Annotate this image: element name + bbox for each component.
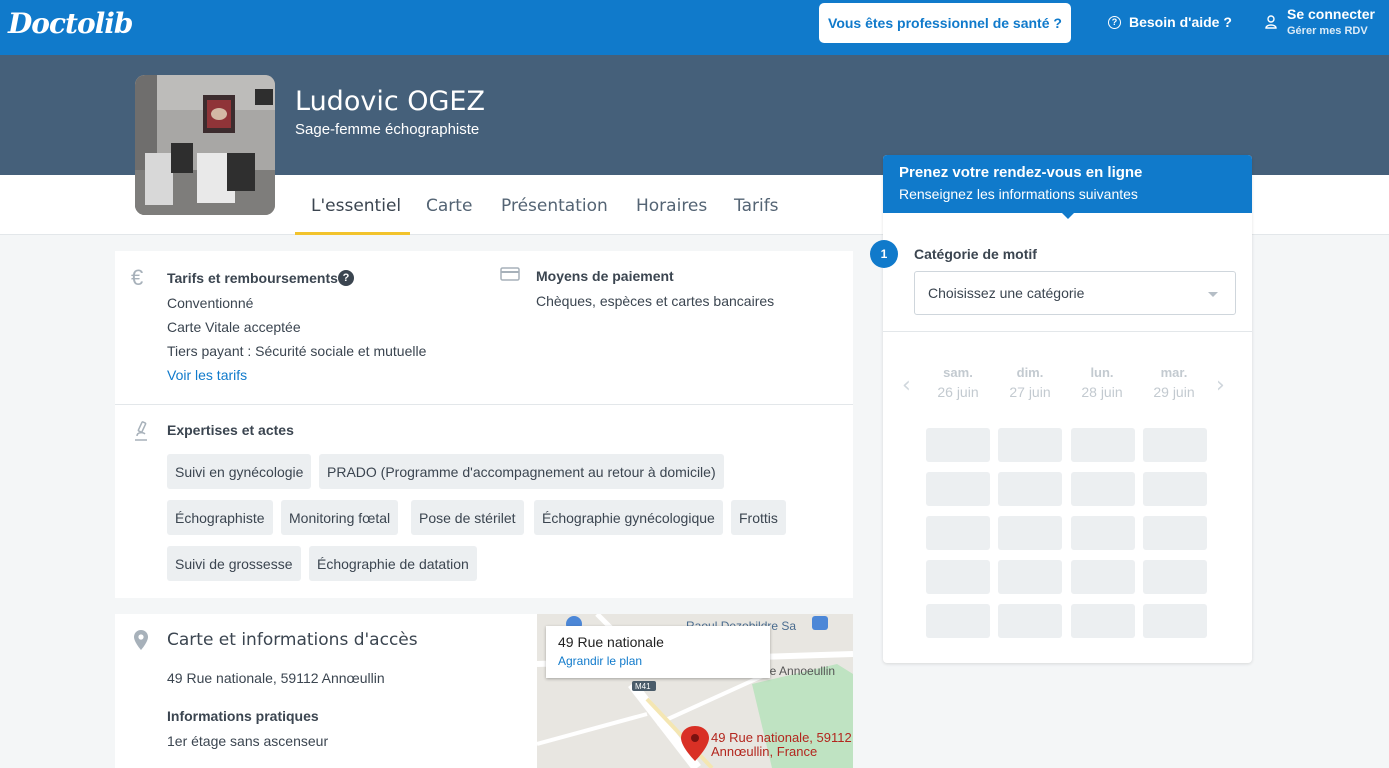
practitioner-name: Ludovic OGEZ (295, 86, 485, 117)
tarifs-line-2: Carte Vitale acceptée (167, 319, 301, 335)
map-road-label: M41 (635, 682, 651, 691)
access-title: Carte et informations d'accès (167, 630, 418, 650)
euro-icon: € (131, 265, 144, 290)
time-slot-placeholder (998, 516, 1062, 550)
time-slot-placeholder (926, 428, 990, 462)
map-marker-label-1: 49 Rue nationale, 59112 (711, 730, 852, 745)
access-address: 49 Rue nationale, 59112 Annœullin (167, 670, 385, 686)
microscope-icon (135, 421, 147, 441)
time-slot-placeholder (1071, 428, 1135, 462)
tarifs-title: Tarifs et remboursements (167, 270, 338, 286)
practitioner-specialty: Sage-femme échographiste (295, 121, 480, 138)
time-slot-placeholder (926, 516, 990, 550)
expertise-tag: Échographiste (167, 500, 273, 535)
practical-info-text: 1er étage sans ascenseur (167, 733, 329, 749)
time-slot-placeholder (1143, 560, 1207, 594)
expertise-tag: Frottis (731, 500, 786, 535)
time-slot-placeholder (998, 472, 1062, 506)
category-select[interactable]: Choisissez une catégorie (914, 271, 1236, 315)
calendar-day: sam. 26 juin (937, 365, 979, 400)
map-popup: 49 Rue nationale Agrandir le plan (546, 626, 770, 678)
tab-presentation[interactable]: Présentation (501, 196, 608, 216)
time-slot-placeholder (1143, 516, 1207, 550)
time-slot-placeholder (1143, 428, 1207, 462)
active-tab-indicator (295, 232, 410, 235)
booking-header: Prenez votre rendez-vous en ligne Rensei… (883, 155, 1252, 213)
time-slot-placeholder (1071, 472, 1135, 506)
header-pointer (1061, 212, 1075, 219)
map-street-label: le Annoeullin (767, 664, 835, 678)
tab-carte[interactable]: Carte (426, 196, 472, 216)
time-slot-placeholder (998, 428, 1062, 462)
time-slot-placeholder (926, 560, 990, 594)
step-label: Catégorie de motif (914, 246, 1037, 262)
question-circle-icon: ? (1108, 15, 1121, 29)
time-slot-placeholder (926, 472, 990, 506)
step-number-badge: 1 (870, 240, 898, 268)
calendar-day: dim. 27 juin (1009, 365, 1051, 400)
location-pin-icon (134, 630, 148, 650)
practitioner-photo (135, 75, 275, 215)
time-slot-placeholder (1071, 560, 1135, 594)
map-popup-title: 49 Rue nationale (558, 634, 664, 650)
credit-card-icon (500, 267, 520, 281)
expertise-tag: Pose de stérilet (411, 500, 524, 535)
expertise-tag: Suivi en gynécologie (167, 454, 312, 489)
manage-appointments-label: Gérer mes RDV (1287, 25, 1368, 37)
practical-info-title: Informations pratiques (167, 708, 319, 724)
time-slot-placeholder (998, 560, 1062, 594)
expertise-tag: PRADO (Programme d'accompagnement au ret… (319, 454, 724, 489)
view-tarifs-link[interactable]: Voir les tarifs (167, 367, 247, 383)
chevron-down-icon (1208, 292, 1218, 297)
help-link[interactable]: ? Besoin d'aide ? (1108, 14, 1232, 30)
expertise-tag: Suivi de grossesse (167, 546, 301, 581)
info-question-icon[interactable]: ? (338, 270, 354, 286)
tab-horaires[interactable]: Horaires (636, 196, 707, 216)
tarifs-line-1: Conventionné (167, 295, 254, 311)
enlarge-map-link[interactable]: Agrandir le plan (558, 654, 642, 668)
time-slot-placeholder (1143, 604, 1207, 638)
chevron-right-icon[interactable]: › (1216, 373, 1225, 398)
expertises-title: Expertises et actes (167, 422, 294, 438)
time-slot-placeholder (998, 604, 1062, 638)
calendar-day: mar. 29 juin (1153, 365, 1195, 400)
expertise-tag: Échographie de datation (309, 546, 477, 581)
login-link[interactable]: Se connecter Gérer mes RDV (1265, 6, 1375, 37)
map-marker-label-2: Annœullin, France (711, 744, 817, 759)
time-slot-placeholder (1143, 472, 1207, 506)
booking-divider (883, 331, 1252, 332)
expertise-tag: Monitoring fœtal (281, 500, 399, 535)
tab-essentiel[interactable]: L'essentiel (311, 196, 401, 216)
time-slot-placeholder (1071, 604, 1135, 638)
time-slot-placeholder (926, 604, 990, 638)
tarifs-line-3: Tiers payant : Sécurité sociale et mutue… (167, 343, 427, 359)
booking-header-title: Prenez votre rendez-vous en ligne (899, 164, 1143, 181)
chevron-left-icon[interactable]: ‹ (902, 373, 911, 398)
payment-methods: Chèques, espèces et cartes bancaires (536, 293, 775, 309)
expertise-tag: Échographie gynécologique (534, 500, 723, 535)
help-label: Besoin d'aide ? (1129, 14, 1232, 30)
calendar-day: lun. 28 juin (1081, 365, 1123, 400)
tab-tarifs[interactable]: Tarifs (734, 196, 779, 216)
booking-header-subtitle: Renseignez les informations suivantes (899, 186, 1138, 202)
payment-title: Moyens de paiement (536, 268, 674, 284)
category-select-value: Choisissez une catégorie (928, 285, 1085, 301)
login-title: Se connecter (1287, 6, 1375, 22)
user-icon (1265, 15, 1277, 29)
health-professional-button[interactable]: Vous êtes professionnel de santé ? (819, 3, 1071, 43)
time-slot-placeholder (1071, 516, 1135, 550)
doctolib-logo[interactable]: Doctolib (8, 7, 133, 40)
section-divider (115, 404, 853, 405)
